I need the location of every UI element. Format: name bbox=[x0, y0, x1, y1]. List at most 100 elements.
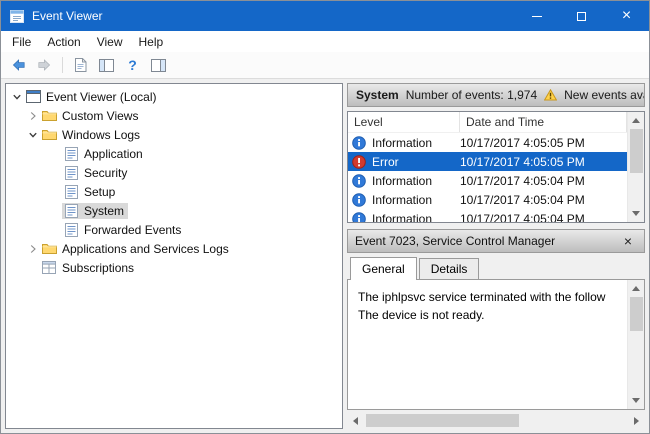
information-icon bbox=[352, 193, 366, 207]
new-events-alert: New events avail... bbox=[564, 88, 645, 102]
tree-label: Forwarded Events bbox=[84, 223, 181, 237]
tree-item-setup[interactable]: Setup bbox=[6, 182, 342, 201]
scrollbar-thumb[interactable] bbox=[630, 297, 643, 331]
minimize-icon bbox=[532, 16, 542, 17]
tree-item-custom-views[interactable]: Custom Views bbox=[6, 106, 342, 125]
tab-general[interactable]: General bbox=[350, 257, 417, 280]
detail-header: Event 7023, Service Control Manager × bbox=[347, 229, 645, 253]
window-title: Event Viewer bbox=[32, 9, 514, 23]
detail-scrollbar bbox=[627, 280, 644, 409]
forward-button[interactable] bbox=[32, 54, 57, 76]
action-pane-icon bbox=[151, 59, 166, 72]
event-row[interactable]: Information 10/17/2017 4:05:05 PM bbox=[348, 133, 627, 152]
scroll-down-button[interactable] bbox=[628, 392, 645, 409]
tree-item-security[interactable]: Security bbox=[6, 163, 342, 182]
subscriptions-icon bbox=[41, 261, 57, 274]
close-icon: × bbox=[622, 8, 631, 24]
maximize-button[interactable] bbox=[559, 1, 604, 31]
minimize-button[interactable] bbox=[514, 1, 559, 31]
tree-item-forwarded-events[interactable]: Forwarded Events bbox=[6, 220, 342, 239]
scrollbar-thumb[interactable] bbox=[630, 129, 643, 173]
tree-item-windows-logs[interactable]: Windows Logs bbox=[6, 125, 342, 144]
maximize-icon bbox=[577, 12, 586, 21]
scroll-up-button[interactable] bbox=[628, 280, 645, 297]
column-header-date[interactable]: Date and Time bbox=[460, 112, 627, 132]
folder-icon bbox=[41, 242, 57, 255]
chevron-right-icon[interactable] bbox=[26, 242, 40, 256]
back-arrow-icon bbox=[11, 58, 26, 72]
menu-view[interactable]: View bbox=[89, 33, 131, 51]
open-saved-log-button[interactable] bbox=[68, 54, 93, 76]
help-icon: ? bbox=[128, 57, 137, 73]
scroll-left-button[interactable] bbox=[347, 412, 364, 429]
scrollbar-track[interactable] bbox=[628, 297, 645, 392]
console-tree-panel: Event Viewer (Local) Custom Views Window… bbox=[5, 83, 343, 429]
main-content: Event Viewer (Local) Custom Views Window… bbox=[1, 79, 649, 433]
event-row[interactable]: Information 10/17/2017 4:05:04 PM bbox=[348, 190, 627, 209]
detail-title: Event 7023, Service Control Manager bbox=[355, 234, 619, 248]
arrow-down-icon bbox=[632, 211, 640, 216]
tree-item-application[interactable]: Application bbox=[6, 144, 342, 163]
event-detail-pane: Event 7023, Service Control Manager × Ge… bbox=[347, 229, 645, 429]
arrow-right-icon bbox=[634, 417, 639, 425]
tree-item-applications-services-logs[interactable]: Applications and Services Logs bbox=[6, 239, 342, 258]
detail-horizontal-scrollbar bbox=[347, 412, 645, 429]
detail-tabs: General Details bbox=[347, 257, 645, 279]
event-row[interactable]: Information 10/17/2017 4:05:04 PM bbox=[348, 209, 627, 222]
description-line: The iphlpsvc service terminated with the… bbox=[358, 288, 617, 306]
event-level: Information bbox=[372, 174, 460, 188]
description-line: The device is not ready. bbox=[358, 306, 617, 324]
scrollbar-thumb[interactable] bbox=[366, 414, 519, 427]
tree-item-event-viewer-local[interactable]: Event Viewer (Local) bbox=[6, 87, 342, 106]
folder-icon bbox=[41, 109, 57, 122]
back-button[interactable] bbox=[6, 54, 31, 76]
table-header-row: Level Date and Time bbox=[348, 112, 627, 133]
event-level: Error bbox=[372, 155, 460, 169]
arrow-down-icon bbox=[632, 398, 640, 403]
event-log-icon bbox=[63, 204, 79, 218]
tree-label: Event Viewer (Local) bbox=[46, 90, 157, 104]
close-button[interactable]: × bbox=[604, 1, 649, 31]
event-description: The iphlpsvc service terminated with the… bbox=[348, 280, 627, 409]
tree-label: Setup bbox=[84, 185, 115, 199]
event-datetime: 10/17/2017 4:05:05 PM bbox=[460, 155, 585, 169]
event-datetime: 10/17/2017 4:05:05 PM bbox=[460, 136, 585, 150]
event-datetime: 10/17/2017 4:05:04 PM bbox=[460, 174, 585, 188]
menu-help[interactable]: Help bbox=[131, 33, 172, 51]
scroll-down-button[interactable] bbox=[628, 205, 645, 222]
show-action-pane-button[interactable] bbox=[146, 54, 171, 76]
scrollbar-track[interactable] bbox=[364, 412, 628, 429]
log-name: System bbox=[356, 88, 399, 102]
show-console-tree-button[interactable] bbox=[94, 54, 119, 76]
tree-label: Security bbox=[84, 166, 127, 180]
menu-file[interactable]: File bbox=[4, 33, 39, 51]
toolbar-separator bbox=[62, 57, 63, 73]
menu-action[interactable]: Action bbox=[39, 33, 88, 51]
chevron-down-icon[interactable] bbox=[26, 128, 40, 142]
chevron-down-icon[interactable] bbox=[10, 90, 24, 104]
close-detail-icon[interactable]: × bbox=[619, 233, 637, 249]
event-count: Number of events: 1,974 bbox=[406, 88, 537, 102]
tree-item-subscriptions[interactable]: Subscriptions bbox=[6, 258, 342, 277]
tree-item-system[interactable]: System bbox=[6, 201, 342, 220]
tab-details[interactable]: Details bbox=[419, 258, 480, 279]
column-header-level[interactable]: Level bbox=[348, 112, 460, 132]
chevron-right-icon[interactable] bbox=[26, 109, 40, 123]
event-level: Information bbox=[372, 212, 460, 223]
event-datetime: 10/17/2017 4:05:04 PM bbox=[460, 193, 585, 207]
tree-label: Windows Logs bbox=[62, 128, 140, 142]
toolbar: ? bbox=[1, 52, 649, 79]
document-icon bbox=[74, 58, 87, 72]
events-scrollbar bbox=[627, 112, 644, 222]
scroll-up-button[interactable] bbox=[628, 112, 645, 129]
tree-label: Custom Views bbox=[62, 109, 138, 123]
event-row-selected[interactable]: Error 10/17/2017 4:05:05 PM bbox=[348, 152, 627, 171]
folder-icon bbox=[41, 128, 57, 141]
forward-arrow-icon bbox=[37, 58, 52, 72]
detail-body: The iphlpsvc service terminated with the… bbox=[347, 279, 645, 410]
scrollbar-track[interactable] bbox=[628, 129, 645, 205]
help-button[interactable]: ? bbox=[120, 54, 145, 76]
event-log-icon bbox=[63, 185, 79, 199]
event-row[interactable]: Information 10/17/2017 4:05:04 PM bbox=[348, 171, 627, 190]
scroll-right-button[interactable] bbox=[628, 412, 645, 429]
